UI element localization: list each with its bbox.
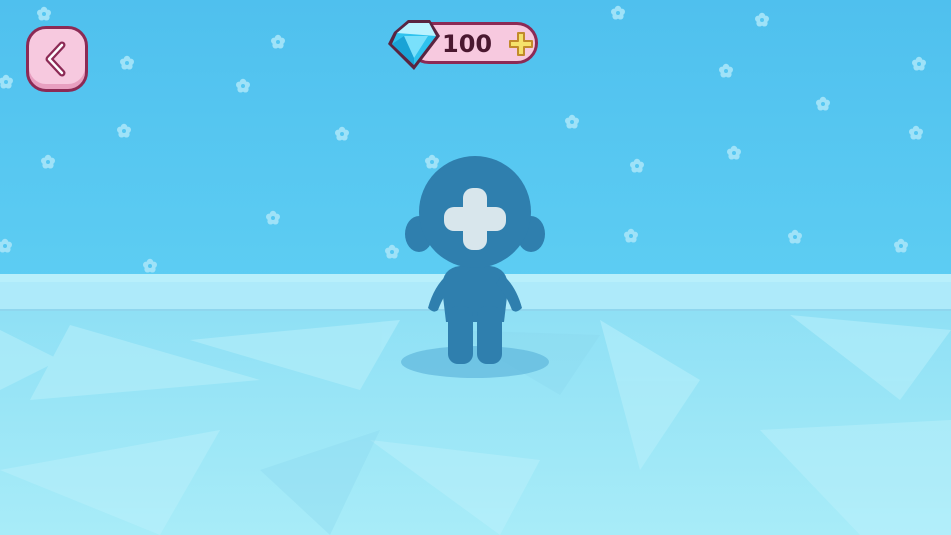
gem-counter: 100	[384, 18, 540, 70]
add-avatar-button[interactable]	[390, 150, 560, 382]
avatar-shadow	[401, 346, 549, 378]
gem-count: 100	[442, 30, 493, 58]
back-button[interactable]	[26, 26, 88, 92]
add-avatar-silhouette	[405, 156, 545, 364]
plus-icon[interactable]	[507, 30, 535, 58]
game-screen: 100	[0, 0, 951, 535]
gem-icon	[388, 20, 440, 70]
chevron-left-icon	[45, 41, 66, 77]
